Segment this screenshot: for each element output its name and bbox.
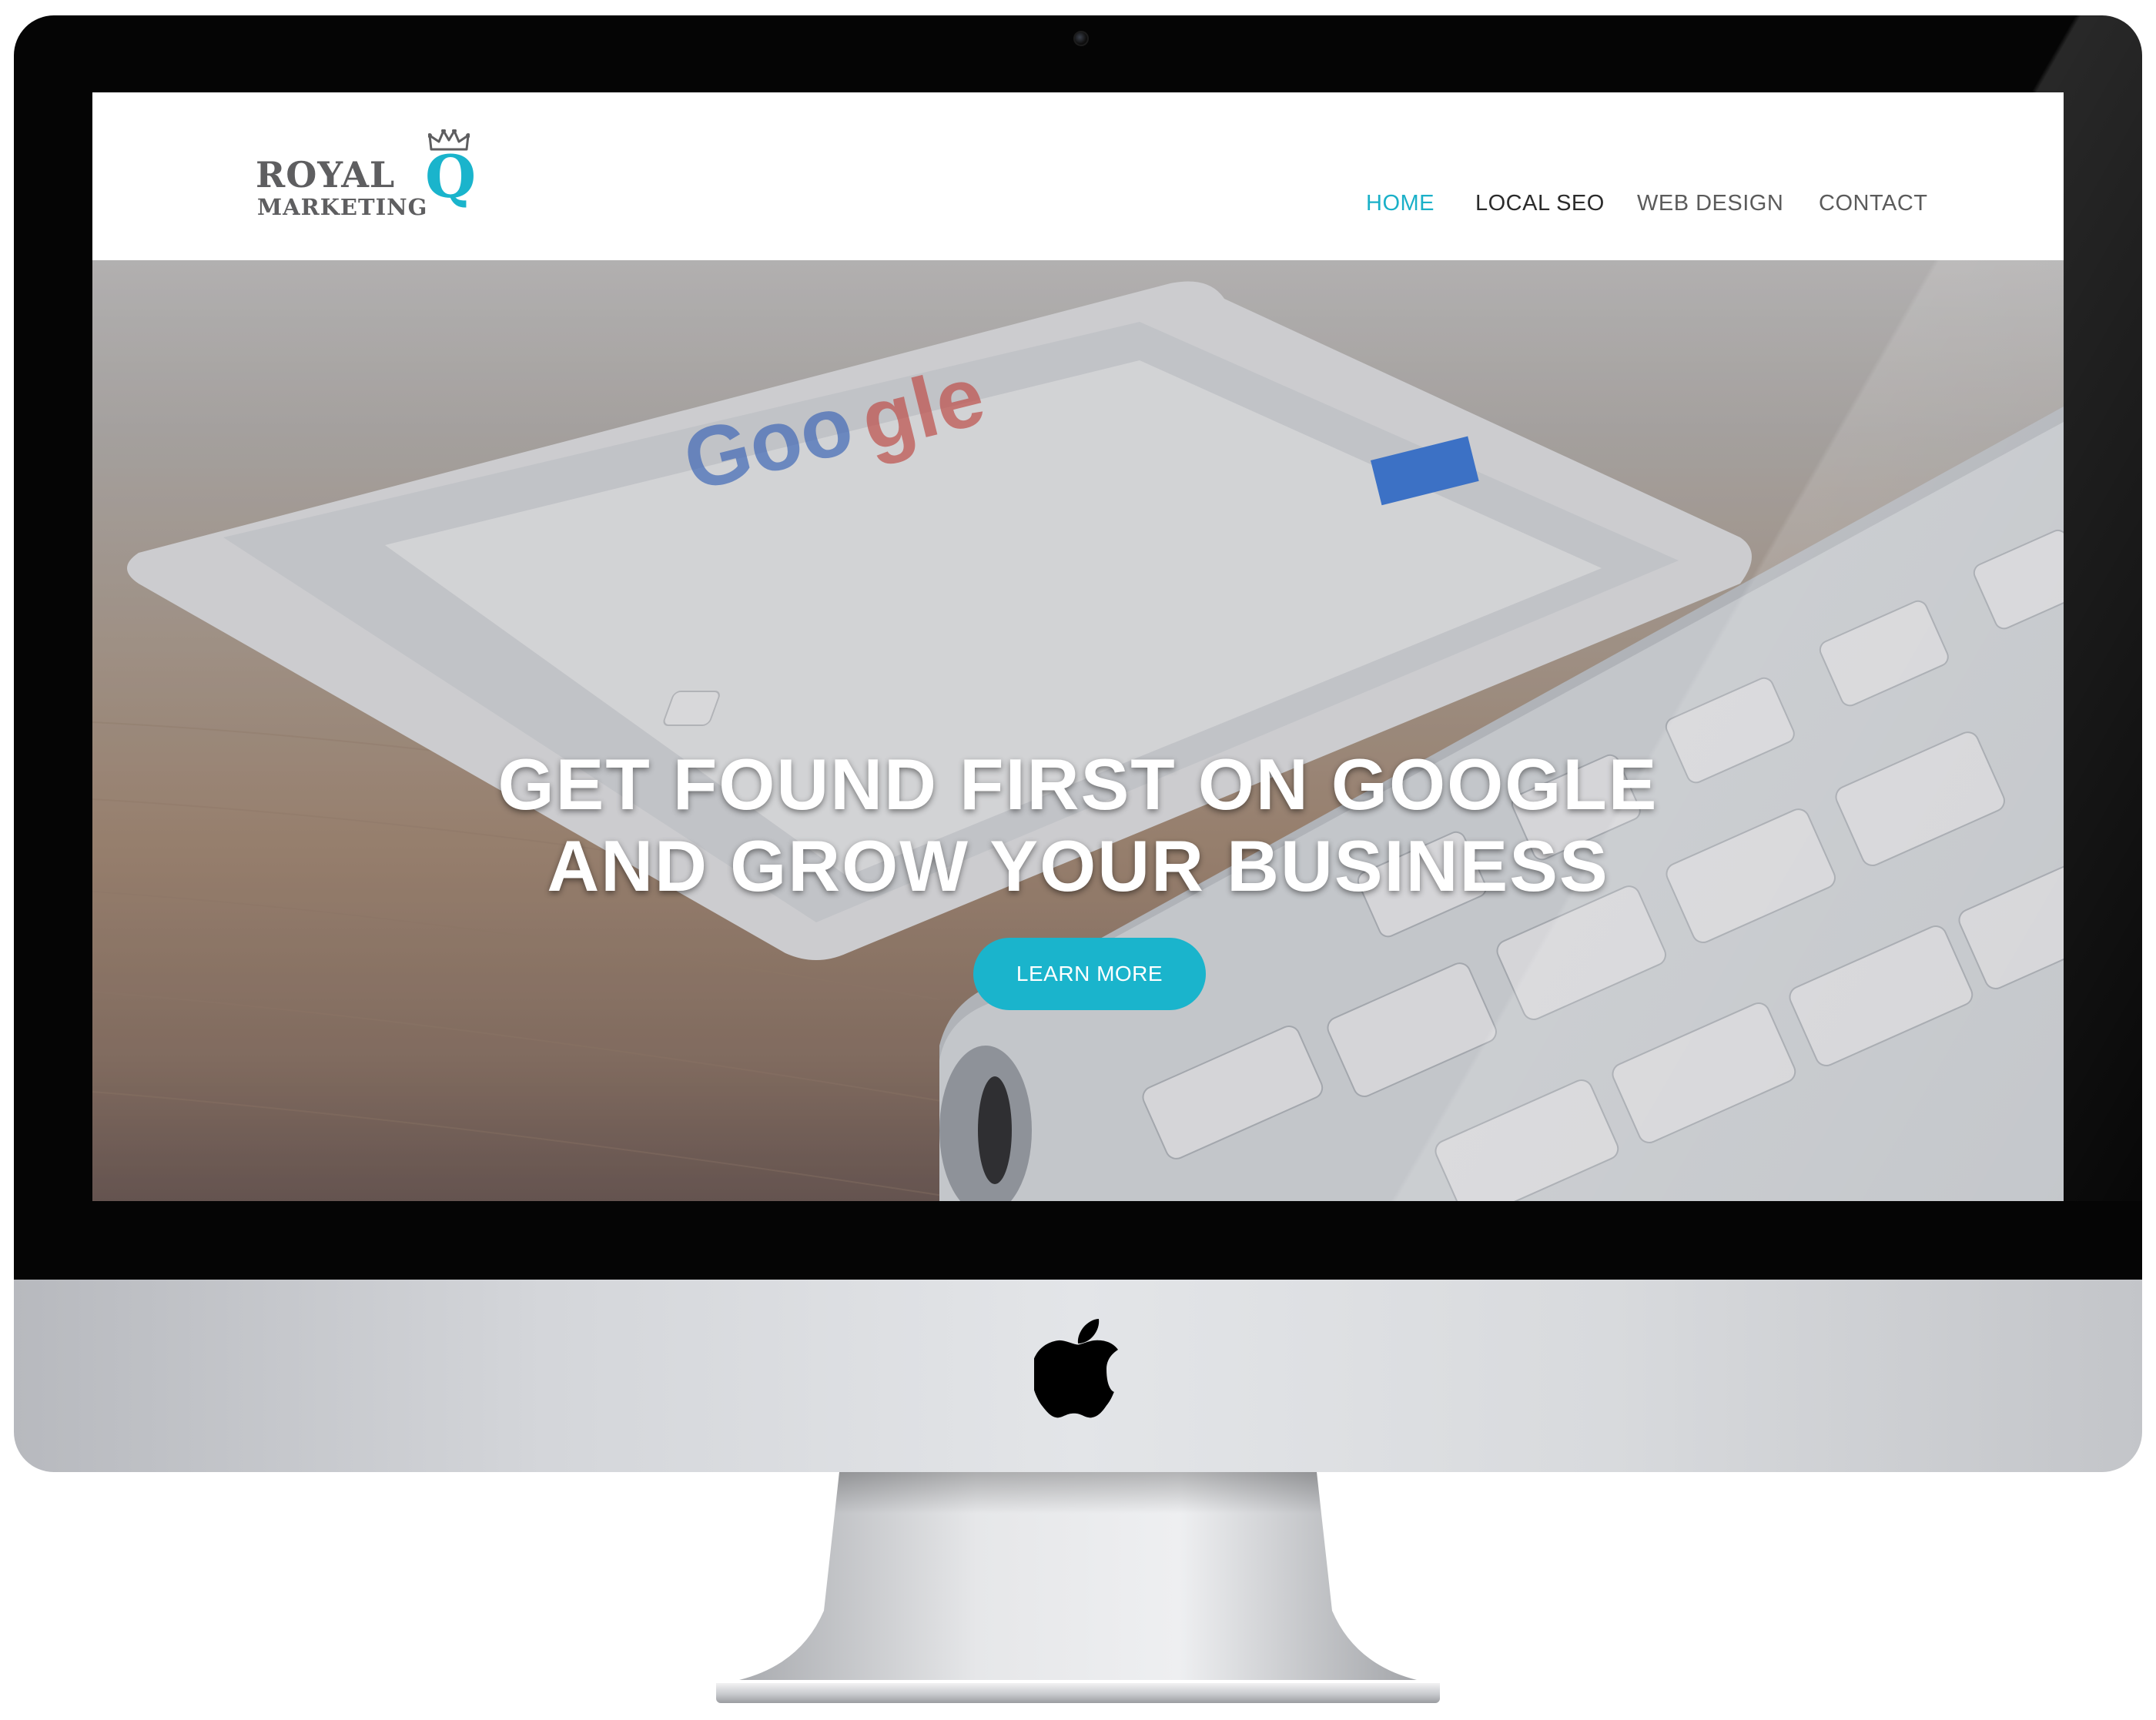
nav-item-home[interactable]: HOME bbox=[1366, 191, 1435, 216]
webcam-icon bbox=[1073, 31, 1089, 46]
apple-logo-icon bbox=[1034, 1319, 1118, 1418]
learn-more-button[interactable]: LEARN MORE bbox=[973, 938, 1206, 1010]
nav-item-contact[interactable]: CONTACT bbox=[1819, 191, 1928, 216]
monitor-stand bbox=[739, 1472, 1417, 1680]
main-nav: HOME LOCAL SEO WEB DESIGN CONTACT bbox=[92, 191, 2064, 222]
hero-section: Goo gle GET FOUND FIRST ON GOOGLE AND GR… bbox=[92, 260, 2064, 1201]
nav-item-local-seo[interactable]: LOCAL SEO bbox=[1475, 191, 1605, 216]
hero-title-line-1: GET FOUND FIRST ON GOOGLE bbox=[497, 744, 1659, 825]
hero-overlay bbox=[92, 260, 2064, 1201]
nav-item-web-design[interactable]: WEB DESIGN bbox=[1637, 191, 1783, 216]
site-header: ROYAL Q MARKETING HOME LOCAL SEO WEB DES… bbox=[92, 92, 2064, 260]
logo-text-royal: ROYAL bbox=[256, 154, 396, 196]
imac-mockup: ROYAL Q MARKETING HOME LOCAL SEO WEB DES… bbox=[0, 0, 2156, 1720]
screen: ROYAL Q MARKETING HOME LOCAL SEO WEB DES… bbox=[92, 92, 2064, 1201]
hero-title-line-2: AND GROW YOUR BUSINESS bbox=[547, 825, 1609, 906]
monitor-stand-base bbox=[716, 1683, 1440, 1703]
